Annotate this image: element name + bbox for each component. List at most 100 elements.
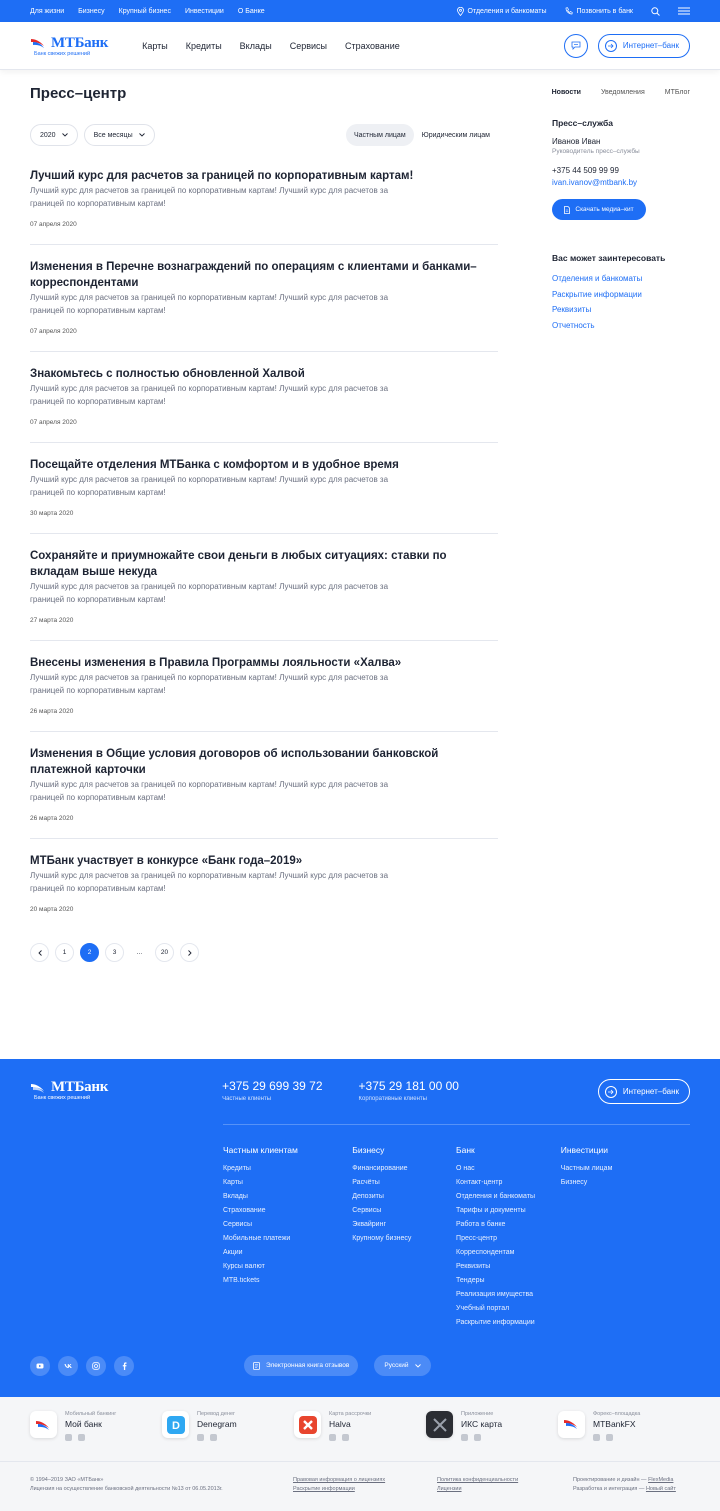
footer-link[interactable]: Пресс-центр bbox=[456, 1232, 561, 1246]
news-title[interactable]: Знакомьтесь с полностью обновленной Халв… bbox=[30, 366, 498, 382]
footer-link[interactable]: Эквайринг bbox=[352, 1218, 456, 1232]
app-denegram[interactable]: D Перевод денег Denegram bbox=[162, 1411, 294, 1461]
android-icon[interactable] bbox=[461, 1434, 468, 1441]
footer-link[interactable]: Тендеры bbox=[456, 1274, 561, 1288]
news-title[interactable]: Сохраняйте и приумножайте свои деньги в … bbox=[30, 548, 498, 580]
top-link-investments[interactable]: Инвестиции bbox=[185, 8, 224, 15]
page-2-current[interactable]: 2 bbox=[80, 943, 99, 962]
footer-link[interactable]: Сервисы bbox=[223, 1218, 352, 1232]
legal-license-link[interactable]: Правовая информация о лицензиях bbox=[293, 1476, 437, 1485]
footer-link[interactable]: Работа в банке bbox=[456, 1218, 561, 1232]
segment-private[interactable]: Частным лицам bbox=[346, 124, 414, 146]
footer-link[interactable]: Раскрытие информации bbox=[456, 1316, 561, 1330]
footer-internet-bank-button[interactable]: Интернет–банк bbox=[597, 1079, 690, 1104]
footer-link[interactable]: Отделения и банкоматы bbox=[456, 1190, 561, 1204]
footer-link[interactable]: Акции bbox=[223, 1246, 352, 1260]
apple-icon[interactable] bbox=[606, 1434, 613, 1441]
footer-link[interactable]: Финансирование bbox=[352, 1162, 456, 1176]
footer-link[interactable]: Тарифы и документы bbox=[456, 1204, 561, 1218]
prev-page-button[interactable] bbox=[30, 943, 49, 962]
nav-insurance[interactable]: Страхование bbox=[345, 41, 400, 51]
footer-link[interactable]: Крупному бизнесу bbox=[352, 1232, 456, 1246]
page-1[interactable]: 1 bbox=[55, 943, 74, 962]
month-select[interactable]: Все месяцы bbox=[83, 124, 155, 146]
language-select[interactable]: Русский bbox=[374, 1355, 431, 1376]
tab-notifications[interactable]: Уведомления bbox=[601, 89, 645, 96]
news-title[interactable]: Изменения в Общие условия договоров об и… bbox=[30, 746, 498, 778]
footer-link[interactable]: О нас bbox=[456, 1162, 561, 1176]
android-icon[interactable] bbox=[593, 1434, 600, 1441]
news-item[interactable]: Изменения в Общие условия договоров об и… bbox=[30, 746, 498, 839]
top-link-about[interactable]: О Банке bbox=[238, 8, 265, 15]
news-title[interactable]: МТБанк участвует в конкурсе «Банк года–2… bbox=[30, 853, 498, 869]
flexmedia-link[interactable]: FlexMedia bbox=[648, 1477, 673, 1483]
news-item[interactable]: Посещайте отделения МТБанка с комфортом … bbox=[30, 457, 498, 534]
segment-legal[interactable]: Юридическим лицам bbox=[414, 124, 498, 146]
nav-deposits[interactable]: Вклады bbox=[240, 41, 272, 51]
logo[interactable]: МТБанк Банк свежих решений bbox=[30, 35, 108, 57]
page-20[interactable]: 20 bbox=[155, 943, 174, 962]
footer-link[interactable]: Кредиты bbox=[223, 1162, 352, 1176]
footer-phone-private[interactable]: +375 29 699 39 72 Частные клиенты bbox=[222, 1079, 322, 1102]
apple-icon[interactable] bbox=[474, 1434, 481, 1441]
interest-link-disclosure[interactable]: Раскрытие информации bbox=[552, 287, 690, 303]
next-page-button[interactable] bbox=[180, 943, 199, 962]
footer-link[interactable]: Страхование bbox=[223, 1204, 352, 1218]
branches-link[interactable]: Отделения и банкоматы bbox=[456, 6, 547, 16]
news-item[interactable]: Знакомьтесь с полностью обновленной Халв… bbox=[30, 366, 498, 443]
app-my-bank[interactable]: Мобильный банкинг Мой банк bbox=[30, 1411, 162, 1461]
footer-link[interactable]: MTB.tickets bbox=[223, 1274, 352, 1288]
interest-link-branches[interactable]: Отделения и банкоматы bbox=[552, 271, 690, 287]
download-media-kit-button[interactable]: Скачать медиа–кит bbox=[552, 199, 646, 220]
apple-icon[interactable] bbox=[78, 1434, 85, 1441]
news-title[interactable]: Посещайте отделения МТБанка с комфортом … bbox=[30, 457, 498, 473]
top-link-business[interactable]: Бизнесу bbox=[78, 8, 104, 15]
year-select[interactable]: 2020 bbox=[30, 124, 78, 146]
news-item[interactable]: Лучший курс для расчетов за границей по … bbox=[30, 168, 498, 245]
app-mtbankfx[interactable]: Форекс–площадка MTBankFX bbox=[558, 1411, 690, 1461]
news-item[interactable]: Изменения в Перечне вознаграждений по оп… bbox=[30, 259, 498, 352]
footer-link[interactable]: Карты bbox=[223, 1176, 352, 1190]
footer-link[interactable]: Вклады bbox=[223, 1190, 352, 1204]
news-title[interactable]: Изменения в Перечне вознаграждений по оп… bbox=[30, 259, 498, 291]
interest-link-requisites[interactable]: Реквизиты bbox=[552, 302, 690, 318]
footer-link[interactable]: Бизнесу bbox=[561, 1176, 690, 1190]
new-site-link[interactable]: Новый сайт bbox=[646, 1486, 676, 1492]
tab-mtblog[interactable]: МТБлог bbox=[665, 89, 690, 96]
facebook-icon[interactable] bbox=[114, 1355, 134, 1376]
chat-button[interactable] bbox=[563, 33, 588, 58]
press-phone[interactable]: +375 44 509 99 99 bbox=[552, 165, 690, 177]
footer-link[interactable]: Частным лицам bbox=[561, 1162, 690, 1176]
footer-logo[interactable]: МТБанк Банк свежих решений bbox=[30, 1079, 108, 1101]
nav-services[interactable]: Сервисы bbox=[290, 41, 327, 51]
apple-icon[interactable] bbox=[342, 1434, 349, 1441]
page-3[interactable]: 3 bbox=[105, 943, 124, 962]
instagram-icon[interactable] bbox=[86, 1355, 106, 1376]
footer-link[interactable]: Расчёты bbox=[352, 1176, 456, 1190]
footer-link[interactable]: Контакт-центр bbox=[456, 1176, 561, 1190]
legal-disclosure-link[interactable]: Раскрытие информации bbox=[293, 1485, 437, 1494]
android-icon[interactable] bbox=[329, 1434, 336, 1441]
menu-icon[interactable] bbox=[678, 7, 690, 15]
footer-link[interactable]: Реквизиты bbox=[456, 1260, 561, 1274]
licenses-link[interactable]: Лицензии bbox=[437, 1485, 573, 1494]
footer-link[interactable]: Учебный портал bbox=[456, 1302, 561, 1316]
feedback-book-button[interactable]: Электронная книга отзывов bbox=[244, 1355, 359, 1376]
news-item[interactable]: Сохраняйте и приумножайте свои деньги в … bbox=[30, 548, 498, 641]
footer-link[interactable]: Депозиты bbox=[352, 1190, 456, 1204]
tab-news[interactable]: Новости bbox=[552, 89, 581, 96]
apple-icon[interactable] bbox=[210, 1434, 217, 1441]
footer-link[interactable]: Корреспондентам bbox=[456, 1246, 561, 1260]
press-email[interactable]: ivan.ivanov@mtbank.by bbox=[552, 177, 690, 189]
footer-phone-corporate[interactable]: +375 29 181 00 00 Корпоративные клиенты bbox=[359, 1079, 459, 1102]
android-icon[interactable] bbox=[197, 1434, 204, 1441]
top-link-life[interactable]: Для жизни bbox=[30, 8, 64, 15]
app-iks-card[interactable]: Приложение ИКС карта bbox=[426, 1411, 558, 1461]
app-halva[interactable]: Карта рассрочки Halva bbox=[294, 1411, 426, 1461]
nav-credits[interactable]: Кредиты bbox=[186, 41, 222, 51]
top-link-corporate[interactable]: Крупный бизнес bbox=[119, 8, 171, 15]
footer-link[interactable]: Мобильные платежи bbox=[223, 1232, 352, 1246]
privacy-policy-link[interactable]: Политика конфиденциальности bbox=[437, 1476, 573, 1485]
android-icon[interactable] bbox=[65, 1434, 72, 1441]
news-item[interactable]: МТБанк участвует в конкурсе «Банк года–2… bbox=[30, 853, 498, 929]
